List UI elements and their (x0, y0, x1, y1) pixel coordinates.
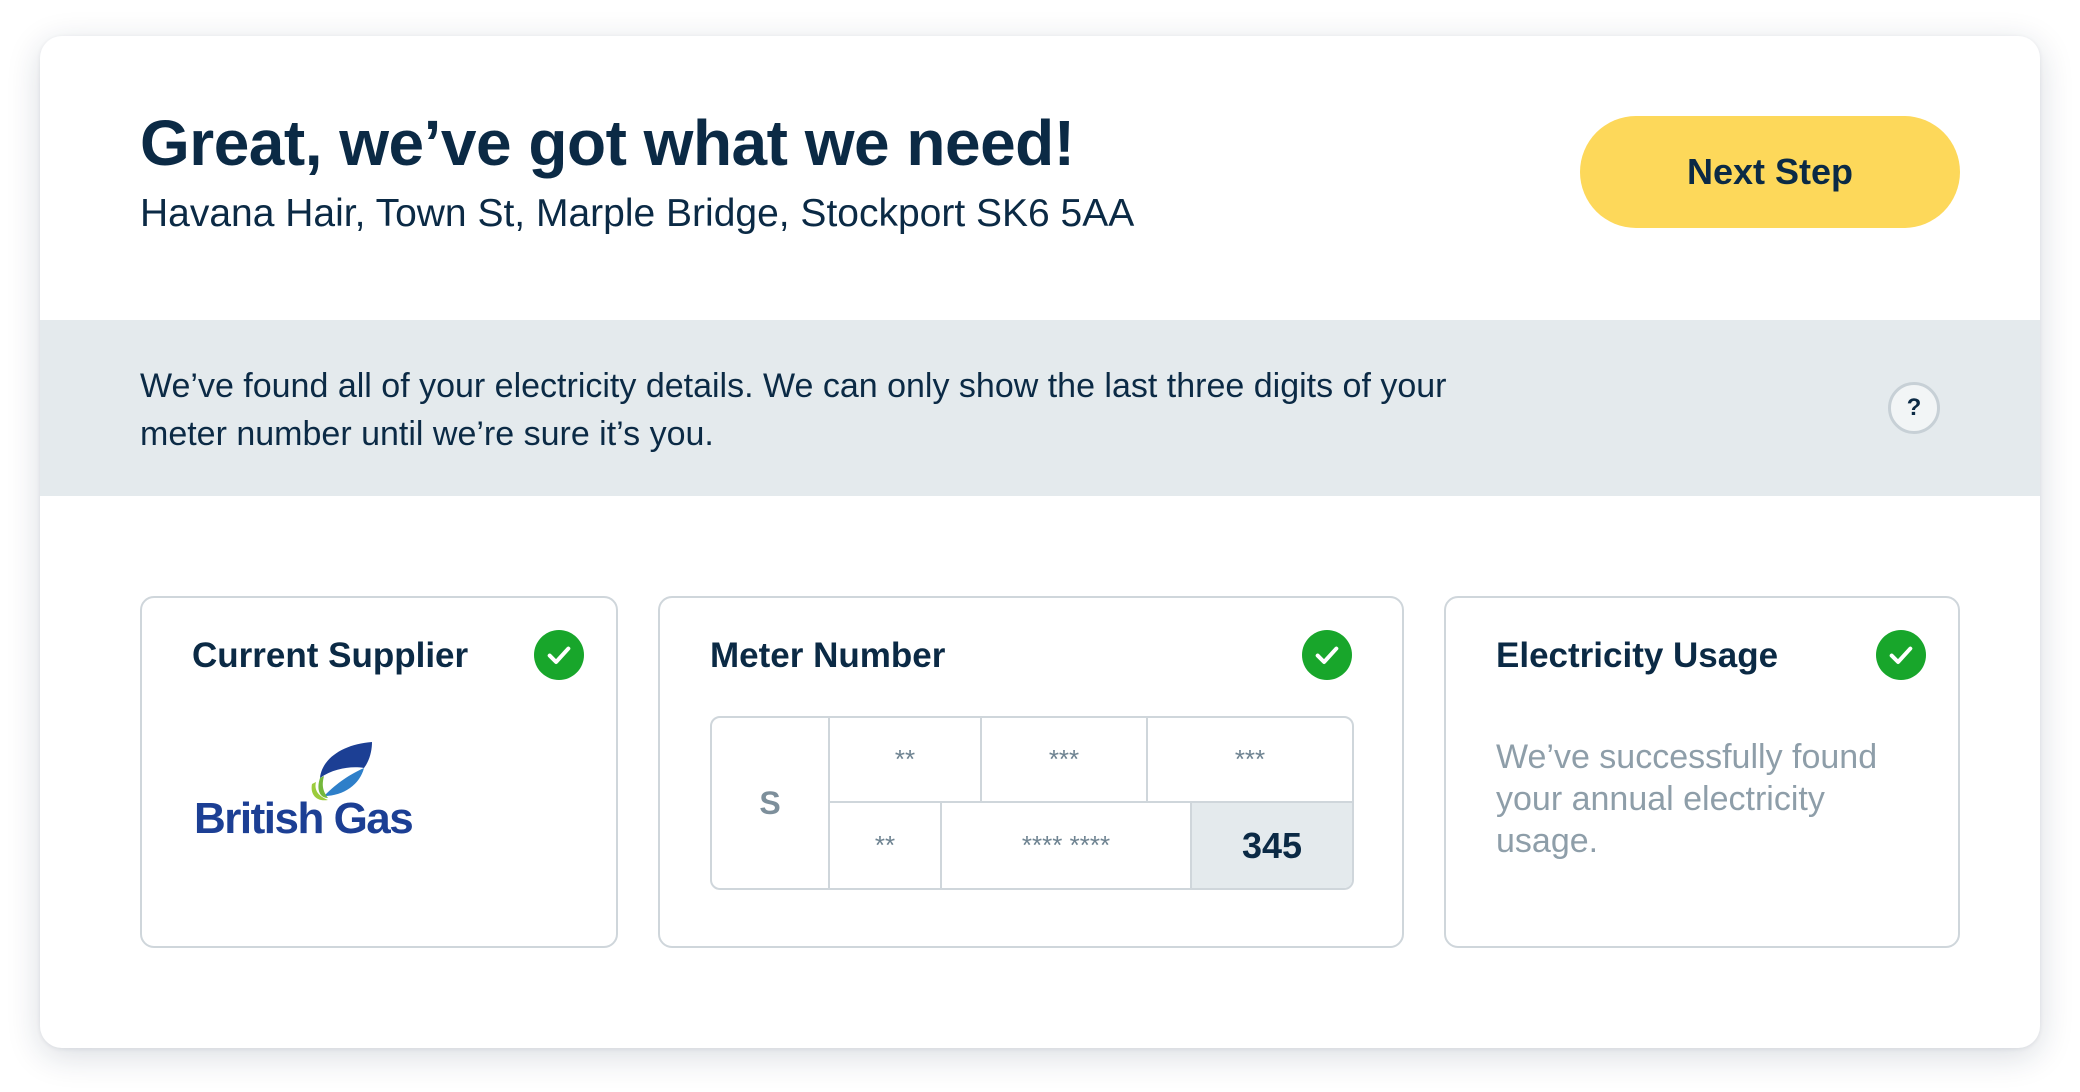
help-button[interactable]: ? (1888, 382, 1940, 434)
business-address: Havana Hair, Town St, Marple Bridge, Sto… (140, 192, 1135, 235)
meter-prefix: S (712, 718, 830, 888)
meter-number-grid: S ** *** *** ** **** **** 345 (710, 716, 1354, 890)
info-banner: We’ve found all of your electricity deta… (40, 320, 2040, 496)
current-supplier-panel: Current Supplier British Gas (140, 596, 618, 948)
check-circle-icon (534, 630, 584, 680)
question-icon: ? (1906, 394, 1922, 421)
main-card: Great, we’ve got what we need! Havana Ha… (40, 36, 2040, 1048)
british-gas-wordmark: British Gas (194, 794, 414, 843)
meter-cell-masked: *** (1148, 718, 1352, 803)
british-gas-logo: British Gas (194, 738, 454, 858)
header: Great, we’ve got what we need! Havana Ha… (40, 36, 2040, 320)
panel-title-meter: Meter Number (710, 636, 946, 675)
meter-last-digits: 345 (1192, 803, 1352, 888)
meter-cell-masked: ** (830, 718, 982, 803)
meter-cell-masked: *** (982, 718, 1148, 803)
check-circle-icon (1876, 630, 1926, 680)
meter-number-panel: Meter Number S ** *** *** ** **** **** 3… (658, 596, 1404, 948)
meter-cell-masked: **** **** (942, 803, 1192, 888)
meter-cell-masked: ** (830, 803, 942, 888)
electricity-usage-panel: Electricity Usage We’ve successfully fou… (1444, 596, 1960, 948)
info-text: We’ve found all of your electricity deta… (140, 367, 1447, 453)
next-step-button[interactable]: Next Step (1580, 116, 1960, 228)
usage-description: We’ve successfully found your annual ele… (1496, 738, 1878, 860)
page-title: Great, we’ve got what we need! (140, 107, 1075, 179)
check-circle-icon (1302, 630, 1352, 680)
panel-title-supplier: Current Supplier (192, 636, 469, 675)
panel-title-usage: Electricity Usage (1496, 636, 1779, 675)
